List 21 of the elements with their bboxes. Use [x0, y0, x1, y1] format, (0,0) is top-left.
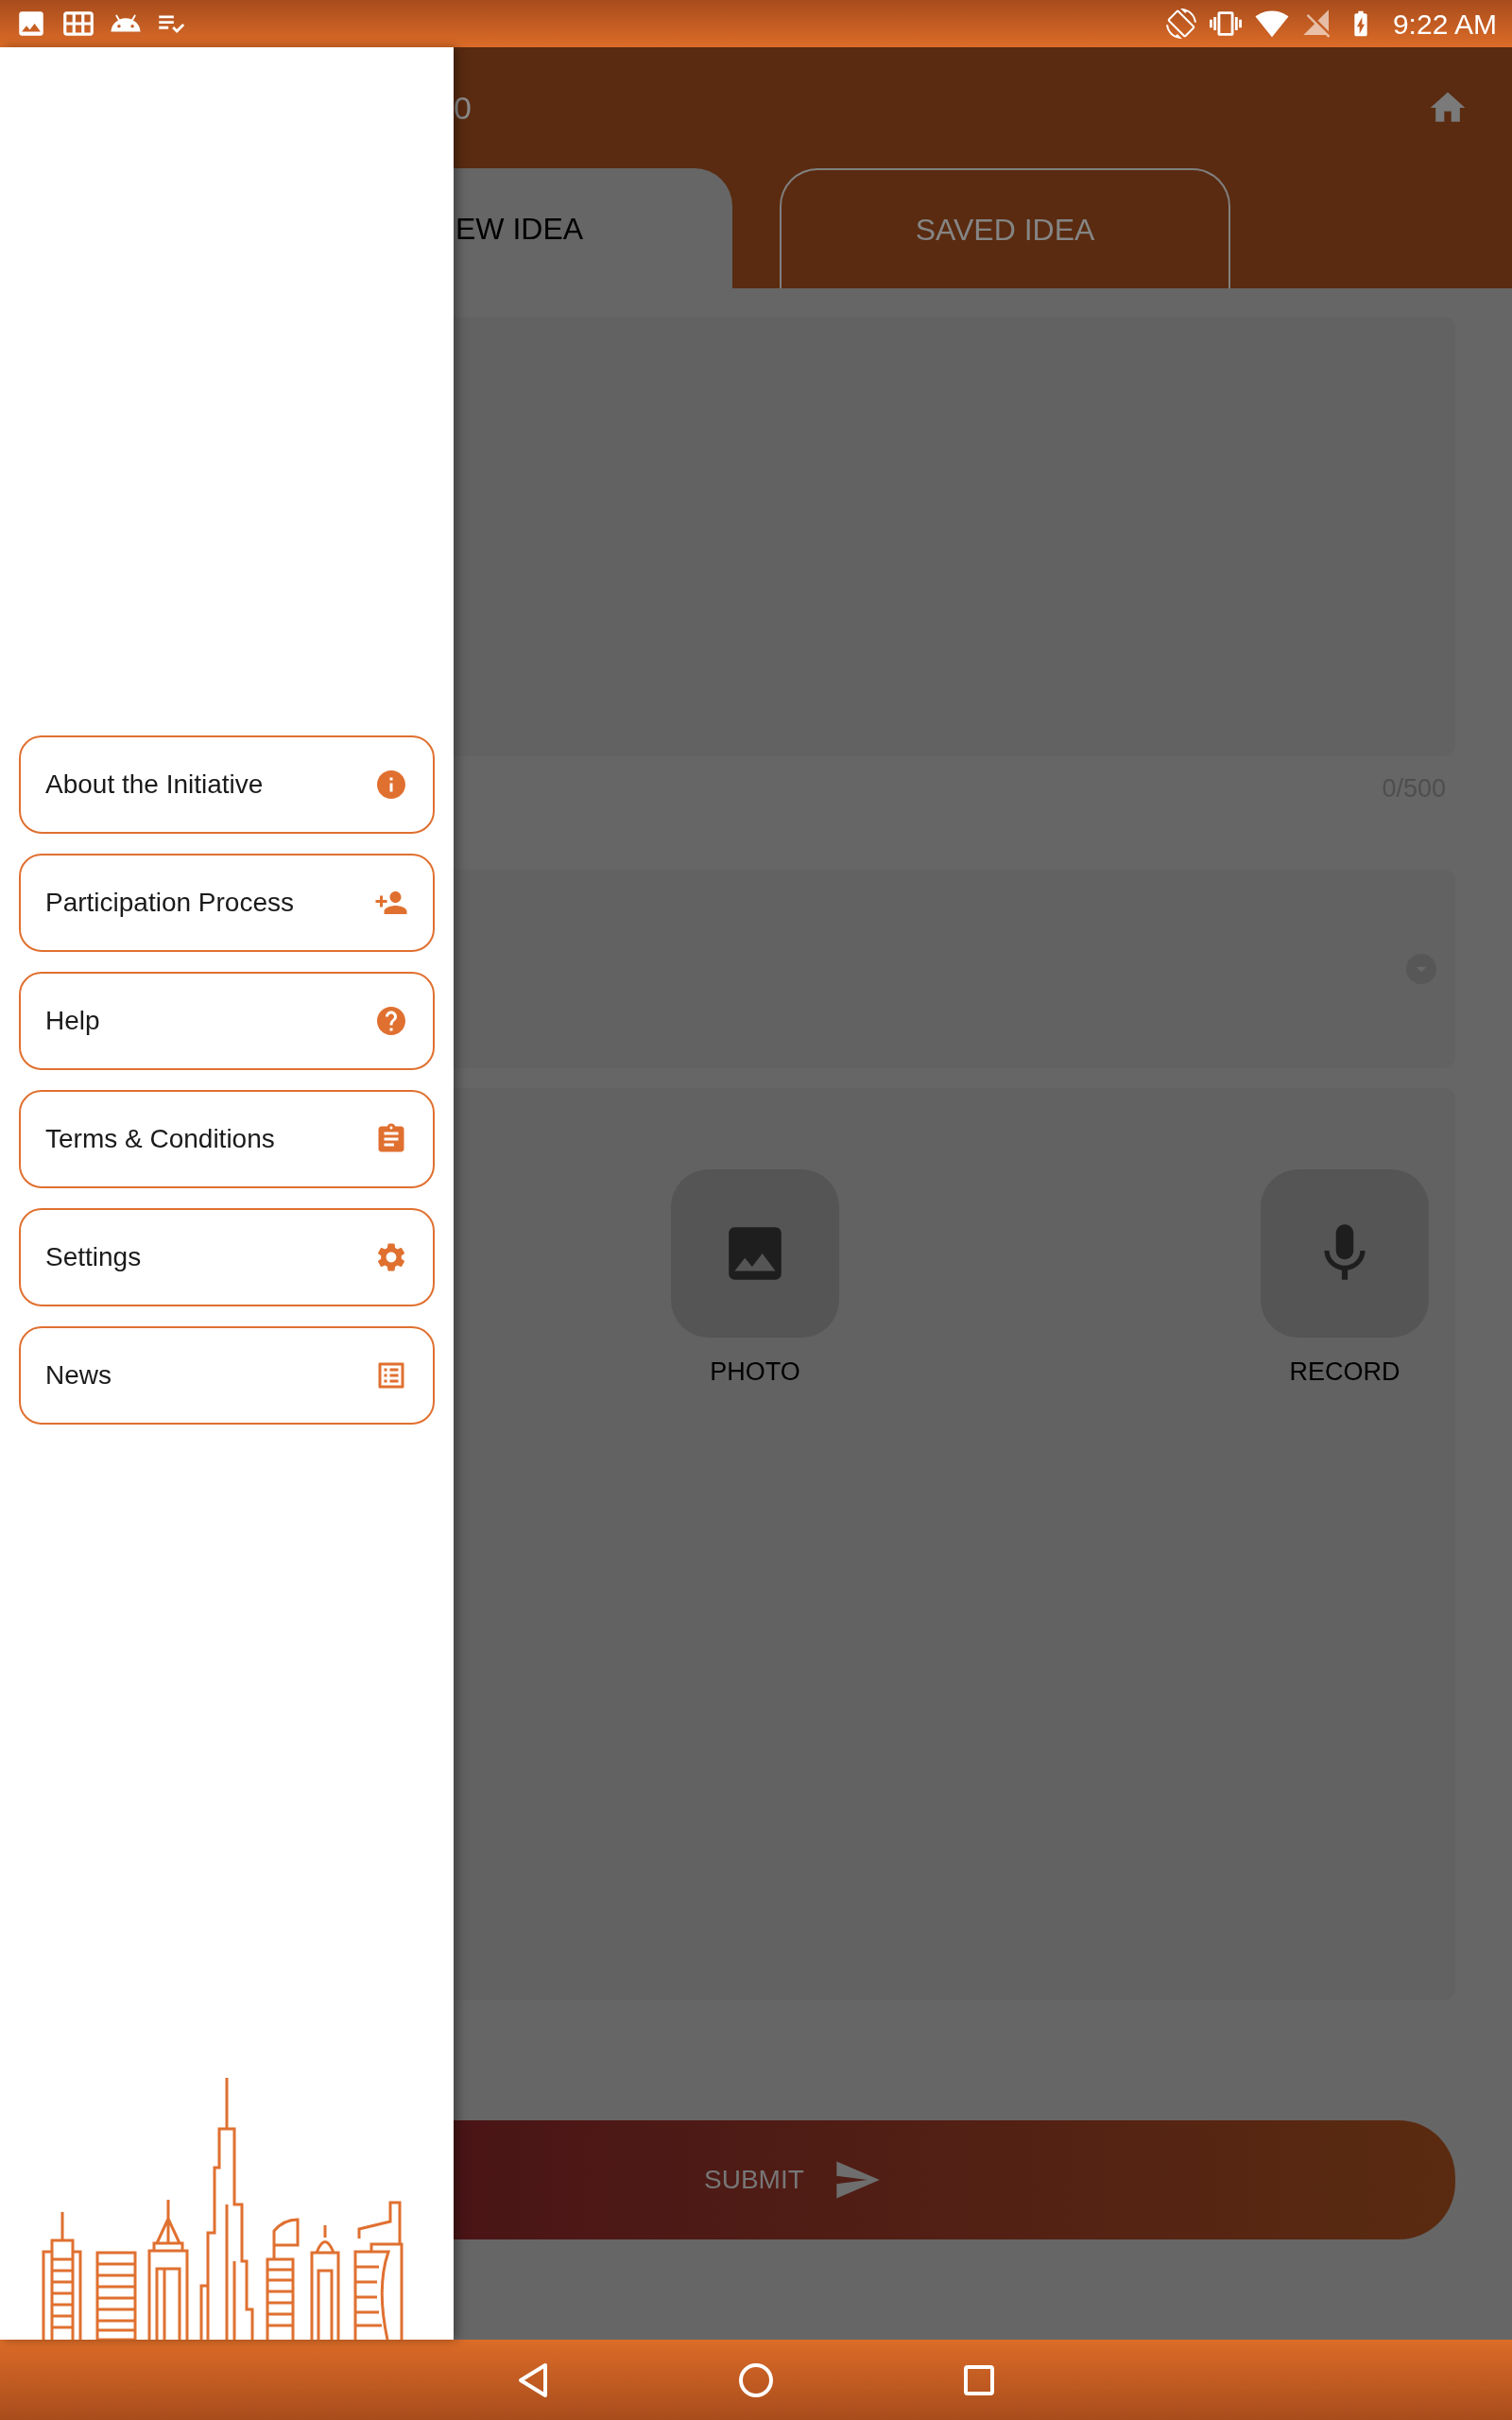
info-icon: [374, 768, 408, 802]
dropdown-field[interactable]: [454, 869, 1455, 1068]
no-signal-icon: [1301, 9, 1332, 39]
tab[interactable]: EW IDEA: [454, 168, 732, 288]
menu-item[interactable]: Help: [19, 972, 435, 1070]
back-icon[interactable]: [517, 2361, 549, 2398]
menu-item[interactable]: About the Initiative: [19, 735, 435, 834]
menu-item[interactable]: News: [19, 1326, 435, 1425]
attachment-button[interactable]: [671, 1168, 839, 1338]
home-circle-icon[interactable]: [738, 2361, 774, 2398]
rotation-icon: [1165, 9, 1196, 39]
attachment-button[interactable]: [1261, 1168, 1429, 1338]
header-title: 0: [454, 88, 472, 128]
attachment-label: PHOTO: [710, 1356, 800, 1388]
attachment-label: RECORD: [1289, 1356, 1400, 1388]
recent-apps-icon[interactable]: [963, 2363, 995, 2396]
menu-item[interactable]: Participation Process: [19, 854, 435, 952]
menu-item[interactable]: Settings: [19, 1208, 435, 1306]
menu-item[interactable]: Terms & Conditions: [19, 1090, 435, 1188]
help-icon: [374, 1004, 408, 1038]
clock: 9:22 AM: [1392, 7, 1497, 42]
